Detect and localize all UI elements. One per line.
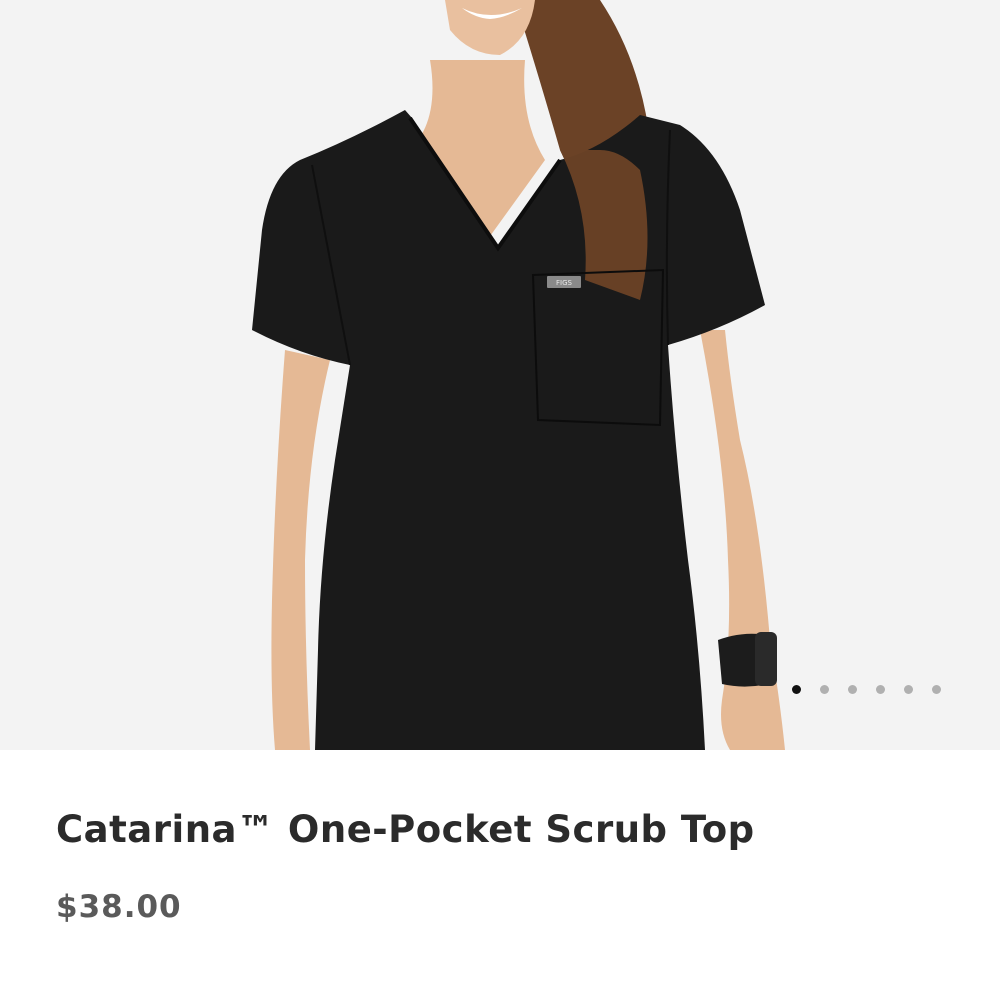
brand-tag-text: FIGS — [556, 279, 573, 287]
carousel-dot-4[interactable] — [876, 685, 885, 694]
carousel-dot-3[interactable] — [848, 685, 857, 694]
carousel-dot-5[interactable] — [904, 685, 913, 694]
product-image-gallery[interactable]: FIGS — [0, 0, 1000, 750]
carousel-dot-1[interactable] — [792, 685, 801, 694]
carousel-dot-2[interactable] — [820, 685, 829, 694]
carousel-pagination[interactable] — [792, 685, 941, 694]
product-image[interactable]: FIGS — [0, 0, 1000, 750]
carousel-dot-6[interactable] — [932, 685, 941, 694]
product-title: Catarina™ One-Pocket Scrub Top — [56, 808, 755, 851]
product-price: $38.00 — [56, 889, 182, 925]
